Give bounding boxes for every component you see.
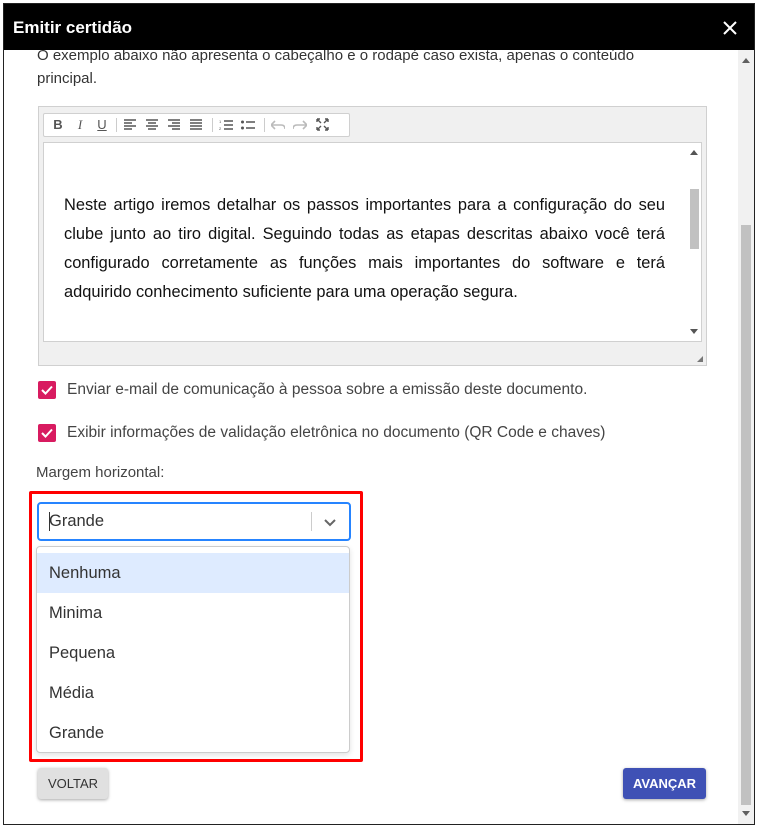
option-media[interactable]: Média	[37, 673, 349, 713]
option-label: Média	[49, 684, 94, 702]
show-validation-checkbox[interactable]	[38, 424, 56, 442]
dialog-header: Emitir certidão	[4, 4, 754, 50]
underline-icon[interactable]: U	[92, 116, 112, 134]
option-label: Minima	[49, 604, 103, 622]
editor-toolbar: B I U 12	[43, 113, 350, 137]
redo-icon[interactable]	[290, 116, 310, 134]
editor-scrollbar[interactable]	[687, 143, 701, 341]
option-grande[interactable]: Grande	[37, 713, 349, 752]
dialog-scroll-thumb[interactable]	[741, 225, 751, 805]
numbered-list-icon[interactable]: 12	[216, 116, 236, 134]
fullscreen-icon[interactable]	[312, 116, 332, 134]
next-button[interactable]: AVANÇAR	[623, 768, 706, 799]
scroll-down-icon[interactable]	[742, 811, 750, 816]
margin-label: Margem horizontal:	[36, 464, 165, 481]
svg-text:1: 1	[219, 119, 222, 124]
scroll-up-icon[interactable]	[690, 150, 698, 155]
issue-certificate-dialog: Emitir certidão O exemplo abaixo não apr…	[4, 4, 754, 824]
back-button[interactable]: VOLTAR	[38, 768, 108, 799]
toolbar-divider	[116, 118, 117, 132]
intro-line-1: O exemplo abaixo não apresenta o cabeçal…	[37, 50, 635, 64]
toolbar-divider	[264, 118, 265, 132]
align-justify-icon[interactable]	[186, 116, 206, 134]
show-validation-label: Exibir informações de validação eletrôni…	[67, 424, 606, 441]
bold-icon[interactable]: B	[48, 116, 68, 134]
intro-line-2: principal.	[37, 70, 98, 87]
chevron-down-icon[interactable]	[322, 514, 338, 530]
scroll-up-icon[interactable]	[742, 58, 750, 63]
rich-text-editor: B I U 12 Neste artigo iremos detalhar os…	[38, 106, 707, 366]
option-nenhuma[interactable]: Nenhuma	[37, 553, 349, 593]
option-label: Pequena	[49, 644, 116, 662]
editor-content-area[interactable]: Neste artigo iremos detalhar os passos i…	[43, 142, 702, 342]
svg-text:2: 2	[219, 126, 222, 131]
editor-scroll-thumb[interactable]	[690, 189, 699, 249]
close-icon[interactable]	[722, 20, 738, 36]
toolbar-divider	[212, 118, 213, 132]
margin-options-menu: Nenhuma Minima Pequena Média Grande	[36, 546, 350, 753]
text-cursor	[49, 512, 50, 531]
option-label: Nenhuma	[49, 564, 121, 582]
align-left-icon[interactable]	[120, 116, 140, 134]
dialog-scrollbar[interactable]	[738, 50, 754, 824]
bullet-list-icon[interactable]	[238, 116, 258, 134]
intro-text: O exemplo abaixo não apresenta o cabeçal…	[37, 50, 697, 90]
select-divider	[311, 512, 312, 531]
undo-icon[interactable]	[268, 116, 288, 134]
margin-select[interactable]: Grande	[37, 502, 351, 541]
option-pequena[interactable]: Pequena	[37, 633, 349, 673]
italic-icon[interactable]: I	[70, 116, 90, 134]
editor-body-text[interactable]: Neste artigo iremos detalhar os passos i…	[64, 191, 665, 307]
send-email-label: Enviar e-mail de comunicação à pessoa so…	[67, 381, 588, 398]
resize-handle-icon[interactable]	[697, 356, 703, 362]
send-email-checkbox[interactable]	[38, 381, 56, 399]
align-center-icon[interactable]	[142, 116, 162, 134]
scroll-down-icon[interactable]	[690, 329, 698, 334]
option-minima[interactable]: Minima	[37, 593, 349, 633]
align-right-icon[interactable]	[164, 116, 184, 134]
margin-select-value: Grande	[49, 512, 105, 530]
dialog-content: O exemplo abaixo não apresenta o cabeçal…	[4, 50, 738, 824]
dialog-title: Emitir certidão	[13, 18, 133, 37]
option-label: Grande	[49, 724, 105, 742]
